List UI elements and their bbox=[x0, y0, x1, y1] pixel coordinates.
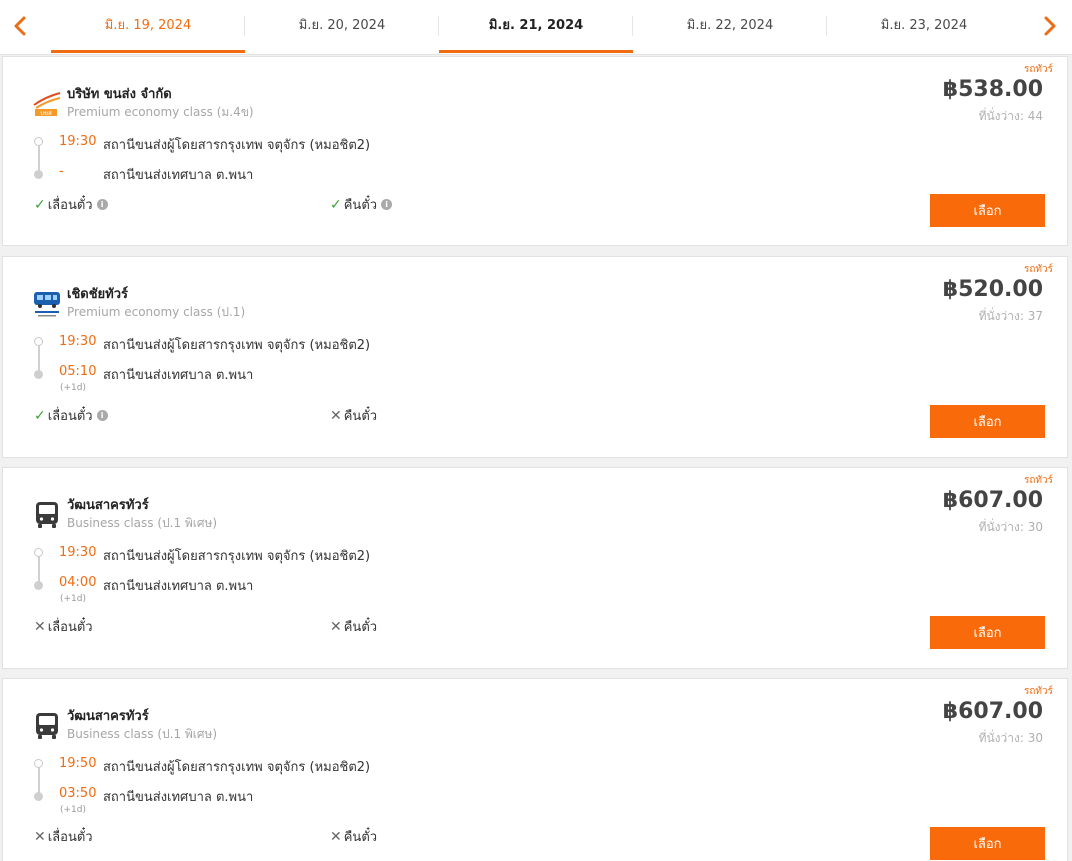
reschedule-label: เลื่อนตั๋ว bbox=[47, 620, 93, 635]
refund-label: คืนตั๋ว bbox=[343, 830, 378, 845]
trip-card: รถทัวร์ วัฒนสาครทัวร์ Business class (ป.… bbox=[2, 467, 1068, 669]
refund-policy: ✕ คืนตั๋ว bbox=[330, 405, 377, 426]
ticket-price: ฿520.00 bbox=[942, 277, 1043, 302]
tour-badge: รถทัวร์ bbox=[1023, 264, 1053, 275]
operator-logo: บขส bbox=[33, 92, 61, 117]
departure-station: สถานีขนส่งผู้โดยสารกรุงเทพ จตุจักร (หมอช… bbox=[103, 760, 371, 775]
cross-icon: ✕ bbox=[330, 828, 342, 845]
operator-name: วัฒนสาครทัวร์ bbox=[67, 498, 149, 513]
arrival-dot bbox=[34, 370, 43, 379]
info-icon[interactable]: i bbox=[96, 199, 108, 210]
date-tab-jun-19[interactable]: มิ.ย. 19, 2024 bbox=[51, 0, 245, 53]
refund-label: คืนตั๋ว bbox=[343, 198, 378, 213]
seats-available: ที่นั่งว่าง: 30 bbox=[978, 520, 1043, 534]
reschedule-label: เลื่อนตั๋ว bbox=[47, 830, 93, 845]
chevron-right-icon[interactable] bbox=[1038, 12, 1062, 40]
departure-dot bbox=[34, 548, 43, 557]
tour-badge: รถทัวร์ bbox=[1023, 475, 1053, 486]
tour-badge: รถทัวร์ bbox=[1023, 64, 1053, 75]
cross-icon: ✕ bbox=[330, 407, 342, 424]
route-line bbox=[38, 142, 40, 172]
select-button[interactable]: เลือก bbox=[930, 405, 1045, 438]
trip-card: รถทัวร์ วัฒนสาครทัวร์ Business class (ป.… bbox=[2, 678, 1068, 861]
seat-class: Premium economy class (ม.4ข) bbox=[67, 105, 254, 119]
reschedule-policy: ✕ เลื่อนตั๋ว bbox=[34, 616, 93, 637]
departure-dot bbox=[34, 137, 43, 146]
reschedule-policy: ✓ เลื่อนตั๋ว i bbox=[34, 194, 108, 215]
check-icon: ✓ bbox=[34, 196, 46, 213]
departure-time: 19:30 bbox=[59, 545, 97, 560]
route-line bbox=[38, 342, 40, 372]
arrival-dot bbox=[34, 581, 43, 590]
arrival-time: - bbox=[59, 164, 64, 179]
ticket-price: ฿607.00 bbox=[942, 699, 1043, 724]
seats-available: ที่นั่งว่าง: 37 bbox=[978, 309, 1043, 323]
refund-policy: ✕ คืนตั๋ว bbox=[330, 826, 377, 847]
route-line bbox=[38, 553, 40, 583]
reschedule-policy: ✓ เลื่อนตั๋ว i bbox=[34, 405, 108, 426]
arrival-time: 05:10 bbox=[59, 364, 97, 379]
cross-icon: ✕ bbox=[34, 618, 46, 635]
date-tab-jun-22[interactable]: มิ.ย. 22, 2024 bbox=[633, 0, 827, 52]
operator-logo bbox=[34, 292, 60, 317]
arrival-station: สถานีขนส่งเทศบาล ต.พนา bbox=[103, 168, 254, 183]
arrival-station: สถานีขนส่งเทศบาล ต.พนา bbox=[103, 790, 254, 805]
date-tab-jun-20[interactable]: มิ.ย. 20, 2024 bbox=[245, 0, 439, 52]
seat-class: Premium economy class (ป.1) bbox=[67, 305, 246, 319]
next-day-note: (+1d) bbox=[60, 594, 87, 604]
cross-icon: ✕ bbox=[34, 828, 46, 845]
next-day-note: (+1d) bbox=[60, 383, 87, 393]
refund-label: คืนตั๋ว bbox=[343, 409, 378, 424]
departure-time: 19:30 bbox=[59, 134, 97, 149]
next-day-note: (+1d) bbox=[60, 805, 87, 815]
date-tab-jun-23[interactable]: มิ.ย. 23, 2024 bbox=[827, 0, 1021, 52]
cross-icon: ✕ bbox=[330, 618, 342, 635]
check-icon: ✓ bbox=[330, 196, 342, 213]
arrival-time: 03:50 bbox=[59, 786, 97, 801]
select-button[interactable]: เลือก bbox=[930, 827, 1045, 860]
arrival-time: 04:00 bbox=[59, 575, 97, 590]
select-button[interactable]: เลือก bbox=[930, 616, 1045, 649]
ticket-price: ฿538.00 bbox=[942, 77, 1043, 102]
arrival-dot bbox=[34, 792, 43, 801]
svg-text:บขส: บขส bbox=[40, 110, 52, 117]
seat-class: Business class (ป.1 พิเศษ) bbox=[67, 727, 218, 741]
departure-dot bbox=[34, 337, 43, 346]
reschedule-policy: ✕ เลื่อนตั๋ว bbox=[34, 826, 93, 847]
trip-card: รถทัวร์ เชิดชัยทัวร์ Premium economy cla… bbox=[2, 256, 1068, 458]
chevron-left-icon[interactable] bbox=[8, 12, 32, 40]
select-button[interactable]: เลือก bbox=[930, 194, 1045, 227]
operator-name: เชิดชัยทัวร์ bbox=[67, 287, 129, 302]
bus-icon bbox=[36, 502, 58, 528]
departure-station: สถานีขนส่งผู้โดยสารกรุงเทพ จตุจักร (หมอช… bbox=[103, 138, 371, 153]
ticket-price: ฿607.00 bbox=[942, 488, 1043, 513]
tour-badge: รถทัวร์ bbox=[1023, 686, 1053, 697]
date-tab-bar: มิ.ย. 19, 2024 มิ.ย. 20, 2024 มิ.ย. 21, … bbox=[0, 0, 1072, 55]
refund-label: คืนตั๋ว bbox=[343, 620, 378, 635]
date-tab-jun-21[interactable]: มิ.ย. 21, 2024 bbox=[439, 0, 633, 53]
seat-class: Business class (ป.1 พิเศษ) bbox=[67, 516, 218, 530]
seats-available: ที่นั่งว่าง: 30 bbox=[978, 731, 1043, 745]
seats-available: ที่นั่งว่าง: 44 bbox=[978, 109, 1043, 123]
arrival-dot bbox=[34, 170, 43, 179]
arrival-station: สถานีขนส่งเทศบาล ต.พนา bbox=[103, 368, 254, 383]
arrival-station: สถานีขนส่งเทศบาล ต.พนา bbox=[103, 579, 254, 594]
departure-station: สถานีขนส่งผู้โดยสารกรุงเทพ จตุจักร (หมอช… bbox=[103, 338, 371, 353]
operator-name: วัฒนสาครทัวร์ bbox=[67, 709, 149, 724]
bus-icon bbox=[36, 713, 58, 739]
refund-policy: ✓ คืนตั๋ว i bbox=[330, 194, 393, 215]
departure-time: 19:50 bbox=[59, 756, 97, 771]
refund-policy: ✕ คืนตั๋ว bbox=[330, 616, 377, 637]
departure-time: 19:30 bbox=[59, 334, 97, 349]
reschedule-label: เลื่อนตั๋ว bbox=[47, 409, 93, 424]
trip-card: รถทัวร์ บขส บริษัท ขนส่ง จำกัด Premium e… bbox=[2, 56, 1068, 246]
departure-station: สถานีขนส่งผู้โดยสารกรุงเทพ จตุจักร (หมอช… bbox=[103, 549, 371, 564]
route-line bbox=[38, 764, 40, 794]
departure-dot bbox=[34, 759, 43, 768]
check-icon: ✓ bbox=[34, 407, 46, 424]
reschedule-label: เลื่อนตั๋ว bbox=[47, 198, 93, 213]
info-icon[interactable]: i bbox=[96, 410, 108, 421]
info-icon[interactable]: i bbox=[381, 199, 393, 210]
operator-name: บริษัท ขนส่ง จำกัด bbox=[67, 87, 172, 102]
